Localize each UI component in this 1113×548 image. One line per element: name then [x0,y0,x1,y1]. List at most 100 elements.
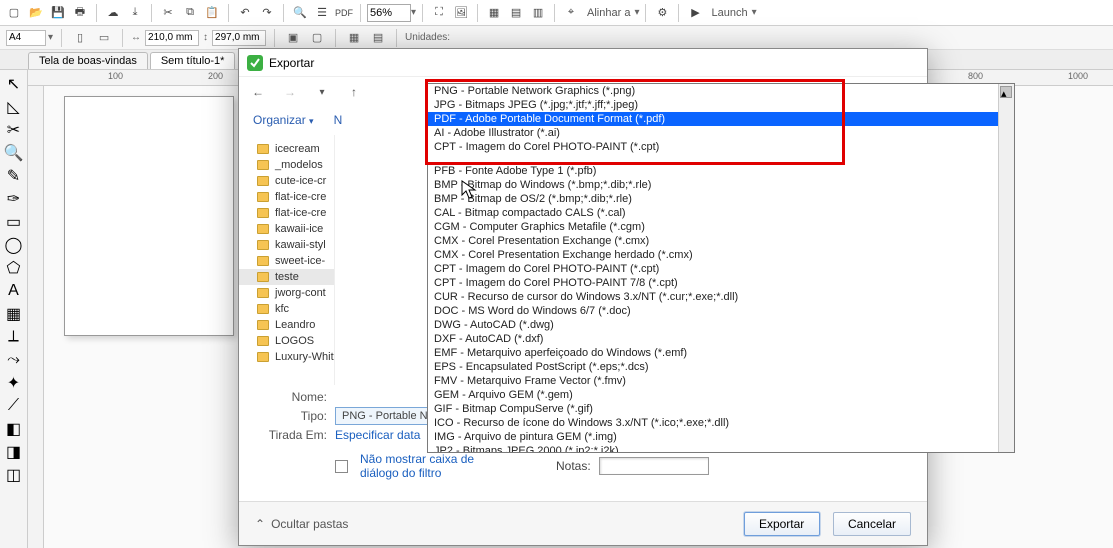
nav-forward-icon[interactable]: → [279,81,301,103]
tree-item[interactable]: jworg-cont [239,285,334,301]
page-width-input[interactable] [145,30,199,46]
organize-button[interactable]: Organizar ▾ [253,113,314,127]
launch-icon[interactable]: ▶ [685,3,705,23]
filetype-option[interactable]: DOC - MS Word do Windows 6/7 (*.doc) [428,304,1014,318]
filetype-option[interactable]: JP2 - Bitmaps JPEG 2000 (*.jp2;*.j2k) [428,444,1014,453]
connector-tool-icon[interactable]: ⤳ [4,350,24,370]
page-size-input[interactable] [6,30,46,46]
hide-folders-toggle[interactable]: ⌃ Ocultar pastas [255,517,348,531]
tree-item[interactable]: flat-ice-cre [239,189,334,205]
cancel-button[interactable]: Cancelar [833,512,911,536]
file-list-area[interactable]: PNG - Portable Network Graphics (*.png)J… [335,135,927,385]
polygon-tool-icon[interactable]: ⬠ [4,258,24,278]
filetype-option[interactable]: CMX - Corel Presentation Exchange herdad… [428,248,1014,262]
table-tool-icon[interactable]: ▦ [4,304,24,324]
filetype-option[interactable]: DWG - AutoCAD (*.dwg) [428,318,1014,332]
copy-icon[interactable]: ⧉ [180,3,200,23]
undo-icon[interactable]: ↶ [235,3,255,23]
image-icon[interactable]: 🖼 [451,3,471,23]
filetype-option[interactable]: CGM - Computer Graphics Metafile (*.cgm) [428,220,1014,234]
fill-tool-icon[interactable]: ◧ [4,419,24,439]
launch-label[interactable]: Launch [707,7,751,19]
open-icon[interactable]: 📂 [26,3,46,23]
tree-item[interactable]: teste [239,269,334,285]
filter-dialog-checkbox[interactable] [335,460,348,473]
filetype-option[interactable]: CPT - Imagem do Corel PHOTO-PAINT 7/8 (*… [428,276,1014,290]
page-height-input[interactable] [212,30,266,46]
fullscreen-icon[interactable]: ⛶ [429,3,449,23]
tree-item[interactable]: flat-ice-cre [239,205,334,221]
filetype-option[interactable]: JPG - Bitmaps JPEG (*.jpg;*.jtf;*.jff;*.… [428,98,1014,112]
pan-icon[interactable]: ☰ [312,3,332,23]
filetype-option[interactable]: PNG - Portable Network Graphics (*.png) [428,84,1014,98]
tree-item[interactable]: kfc [239,301,334,317]
chevron-down-icon[interactable]: ▾ [311,81,333,103]
print-icon[interactable]: 🖶 [70,3,90,23]
new-folder-short[interactable]: N [334,113,343,127]
filetype-option[interactable]: CAL - Bitmap compactado CALS (*.cal) [428,206,1014,220]
filetype-option[interactable]: PDF - Adobe Portable Document Format (*.… [428,112,1014,126]
snap-icon[interactable]: ⌖ [561,3,581,23]
filetype-option[interactable]: GIF - Bitmap CompuServe (*.gif) [428,402,1014,416]
filetype-option[interactable]: IMG - Arquivo de pintura GEM (*.img) [428,430,1014,444]
cloud-down-icon[interactable]: ⤓ [125,3,145,23]
tab-untitled[interactable]: Sem título-1* [150,52,236,69]
filetype-dropdown-list[interactable]: PNG - Portable Network Graphics (*.png)J… [427,83,1015,453]
tree-item[interactable]: sweet-ice- [239,253,334,269]
dropdown-scrollbar[interactable]: ▴ [998,84,1014,452]
folder-tree[interactable]: icecream_modeloscute-ice-crflat-ice-cref… [239,135,335,385]
artistic-tool-icon[interactable]: ✑ [4,189,24,209]
portrait-icon[interactable]: ▯ [70,28,90,48]
landscape-icon[interactable]: ▭ [94,28,114,48]
current-page-icon[interactable]: ▢ [307,28,327,48]
grid-btn1-icon[interactable]: ▦ [484,3,504,23]
filetype-option[interactable]: EPS - Encapsulated PostScript (*.eps;*.d… [428,360,1014,374]
filetype-option[interactable]: BMP - Bitmap de OS/2 (*.bmp;*.dib;*.rle) [428,192,1014,206]
filetype-option[interactable]: CPT - Imagem do Corel PHOTO-PAINT (*.cpt… [428,262,1014,276]
tree-item[interactable]: Leandro [239,317,334,333]
grid-btn3-icon[interactable]: ▥ [528,3,548,23]
filetype-option[interactable]: BMP - Bitmap do Windows (*.bmp;*.dib;*.r… [428,178,1014,192]
cut-icon[interactable]: ✂ [158,3,178,23]
chevron-down-icon[interactable]: ▾ [411,7,416,18]
search-icon[interactable]: 🔍 [290,3,310,23]
outline-tool-icon[interactable]: ◨ [4,442,24,462]
shape-tool-icon[interactable]: ◺ [4,97,24,117]
dimension-tool-icon[interactable]: ⟂ [4,327,24,347]
redo-icon[interactable]: ↷ [257,3,277,23]
filetype-option[interactable]: AI - Adobe Illustrator (*.ai) [428,126,1014,140]
zoom-tool-icon[interactable]: 🔍 [4,143,24,163]
tree-item[interactable]: Luxury-White [239,349,334,365]
tree-item[interactable]: kawaii-styl [239,237,334,253]
tab-welcome[interactable]: Tela de boas-vindas [28,52,148,69]
filetype-option[interactable]: FMV - Metarquivo Frame Vector (*.fmv) [428,374,1014,388]
chevron-down-icon[interactable]: ▾ [634,7,639,18]
tree-item[interactable]: LOGOS [239,333,334,349]
tree-item[interactable]: cute-ice-cr [239,173,334,189]
grid-btn2-icon[interactable]: ▤ [506,3,526,23]
cloud-up-icon[interactable]: ☁ [103,3,123,23]
filetype-option[interactable]: CPT - Imagem do Corel PHOTO-PAINT (*.cpt… [428,140,1014,154]
pdf-icon[interactable]: PDF [334,3,354,23]
nav-up-icon[interactable]: ↑ [343,81,365,103]
specify-date-link[interactable]: Especificar data [335,428,420,442]
tree-item[interactable]: _modelos [239,157,334,173]
paste-icon[interactable]: 📋 [202,3,222,23]
ellipse-tool-icon[interactable]: ◯ [4,235,24,255]
chevron-down-icon[interactable]: ▾ [752,7,757,18]
nav-back-icon[interactable]: ← [247,81,269,103]
tree-item[interactable]: kawaii-ice [239,221,334,237]
filetype-option[interactable]: CUR - Recurso de cursor do Windows 3.x/N… [428,290,1014,304]
freehand-tool-icon[interactable]: ✎ [4,166,24,186]
rectangle-tool-icon[interactable]: ▭ [4,212,24,232]
zoom-input[interactable] [367,4,411,22]
filetype-option[interactable]: PFB - Fonte Adobe Type 1 (*.pfb) [428,164,1014,178]
new-doc-icon[interactable]: ▢ [4,3,24,23]
filetype-option[interactable]: GEM - Arquivo GEM (*.gem) [428,388,1014,402]
transparency-tool-icon[interactable]: ◫ [4,465,24,485]
align-label[interactable]: Alinhar a [583,7,634,19]
pick-tool-icon[interactable]: ↖ [4,74,24,94]
filter-dialog-label[interactable]: Não mostrar caixa de diálogo do filtro [360,452,480,481]
chevron-down-icon[interactable]: ▾ [48,32,53,43]
filetype-option[interactable]: CMX - Corel Presentation Exchange (*.cmx… [428,234,1014,248]
